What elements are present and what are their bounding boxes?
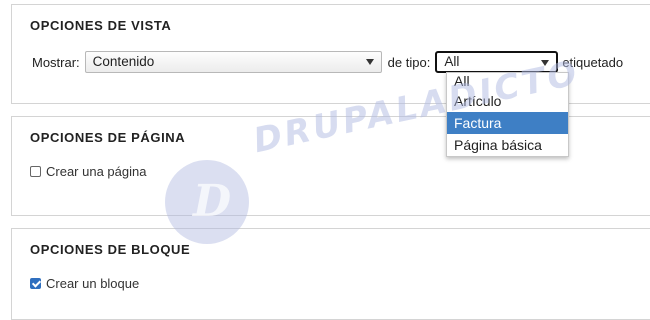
view-options-title: OPCIONES DE VISTA [30, 18, 172, 33]
show-select[interactable]: Contenido [84, 51, 382, 73]
show-label: Mostrar: [32, 54, 80, 70]
type-select-value: All [444, 54, 460, 69]
create-block-option[interactable]: Crear un bloque [30, 276, 139, 291]
create-block-label: Crear un bloque [46, 276, 140, 291]
page-options-title: OPCIONES DE PÁGINA [30, 130, 186, 145]
create-block-checkbox[interactable] [30, 278, 41, 289]
create-page-option[interactable]: Crear una página [30, 164, 146, 179]
type-option-pagina-basica[interactable]: Página básica [447, 134, 568, 156]
chevron-down-icon [365, 59, 374, 65]
create-page-label: Crear una página [46, 164, 147, 179]
create-page-checkbox[interactable] [30, 166, 41, 177]
block-options-title: OPCIONES DE BLOQUE [30, 242, 191, 257]
type-label: de tipo: [387, 54, 431, 70]
show-select-value: Contenido [92, 54, 155, 69]
block-options-panel: OPCIONES DE BLOQUE Crear un bloque [11, 228, 650, 320]
watermark-logo-icon: D [165, 160, 249, 244]
